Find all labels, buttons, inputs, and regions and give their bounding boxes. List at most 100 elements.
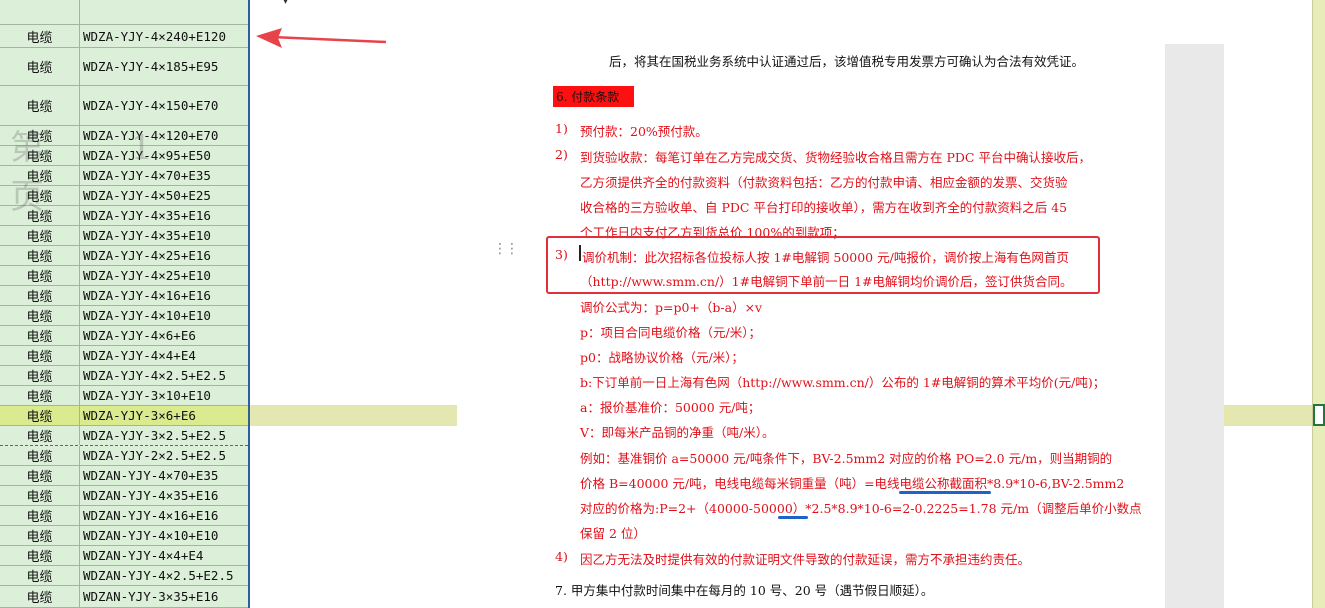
cell-model[interactable]: WDZA-YJY-4×6+E6 <box>80 326 248 345</box>
table-row[interactable]: 电缆 WDZA-YJY-4×6+E6 <box>0 326 248 346</box>
cell-type[interactable]: 电缆 <box>0 406 80 425</box>
table-row[interactable]: 电缆 WDZA-YJY-4×25+E10 <box>0 266 248 286</box>
active-cell[interactable] <box>1313 404 1325 426</box>
cell-type[interactable]: 电缆 <box>0 266 80 285</box>
cell-type[interactable]: 电缆 <box>0 346 80 365</box>
table-row[interactable]: 电缆 WDZA-YJY-4×185+E95 <box>0 48 248 86</box>
chevron-down-icon[interactable]: ▾ <box>283 0 288 7</box>
cell-type[interactable]: 电缆 <box>0 426 80 445</box>
cell-type[interactable]: 电缆 <box>0 366 80 385</box>
cell-type[interactable]: 电缆 <box>0 466 80 485</box>
example-line4: 保留 2 位） <box>580 526 646 541</box>
cell-type[interactable]: 电缆 <box>0 186 80 205</box>
cell-type[interactable]: 电缆 <box>0 286 80 305</box>
doc-line-0: 后，将其在国税业务系统中认证通过后，该增值税专用发票方可确认为合法有效凭证。 <box>609 54 1085 69</box>
cell-model[interactable]: WDZAN-YJY-4×10+E10 <box>80 526 248 545</box>
item-number: 1) <box>555 121 568 136</box>
cell-model[interactable]: WDZA-YJY-4×2.5+E2.5 <box>80 366 248 385</box>
table-row[interactable]: 电缆 WDZA-YJY-4×50+E25 <box>0 186 248 206</box>
cell-model[interactable]: WDZA-YJY-4×70+E35 <box>80 166 248 185</box>
cell-type[interactable]: 电缆 <box>0 586 80 607</box>
cell-type[interactable]: 电缆 <box>0 226 80 245</box>
table-row[interactable]: 电缆 WDZAN-YJY-4×35+E16 <box>0 486 248 506</box>
table-row[interactable]: 电缆 WDZA-YJY-4×150+E70 <box>0 86 248 126</box>
cell-model[interactable]: WDZA-YJY-4×25+E10 <box>80 266 248 285</box>
table-row[interactable]: 电缆 WDZA-YJY-4×70+E35 <box>0 166 248 186</box>
cell-type[interactable]: 电缆 <box>0 126 80 145</box>
table-row[interactable] <box>0 0 248 25</box>
cell-model[interactable]: WDZA-YJY-4×95+E50 <box>80 146 248 165</box>
cell-model[interactable]: WDZA-YJY-4×35+E16 <box>80 206 248 225</box>
cell-model[interactable]: WDZA-YJY-4×50+E25 <box>80 186 248 205</box>
table-row[interactable]: 电缆 WDZA-YJY-3×2.5+E2.5 <box>0 426 248 446</box>
cell-type[interactable]: 电缆 <box>0 206 80 225</box>
cell-type[interactable]: 电缆 <box>0 306 80 325</box>
cell-type[interactable]: 电缆 <box>0 246 80 265</box>
cell-model[interactable]: WDZA-YJY-4×240+E120 <box>80 25 248 47</box>
cell-type[interactable]: 电缆 <box>0 486 80 505</box>
table-row[interactable]: 电缆 WDZA-YJY-4×16+E16 <box>0 286 248 306</box>
cell-model[interactable]: WDZA-YJY-4×10+E10 <box>80 306 248 325</box>
formula-def-b[interactable]: b:下订单前一日上海有色网（http://www.smm.cn/）公布的 1#电… <box>580 372 1105 391</box>
item-2-line1: 到货验收款：每笔订单在乙方完成交货、货物经验收合格且需方在 PDC 平台中确认接… <box>580 150 1091 165</box>
cell-model[interactable]: WDZAN-YJY-4×2.5+E2.5 <box>80 566 248 585</box>
cell-type[interactable]: 电缆 <box>0 48 80 85</box>
table-row[interactable]: 电缆 WDZAN-YJY-3×35+E16 <box>0 586 248 608</box>
table-row[interactable]: 电缆 WDZA-YJY-4×240+E120 <box>0 25 248 48</box>
table-row[interactable]: 电缆 WDZA-YJY-4×10+E10 <box>0 306 248 326</box>
item-2-line2: 乙方须提供齐全的付款资料（付款资料包括：乙方的付款申请、相应金额的发票、交货验 <box>580 175 1068 190</box>
text-cursor <box>579 245 581 261</box>
cell-type[interactable]: 电缆 <box>0 166 80 185</box>
table-row[interactable]: 电缆 WDZAN-YJY-4×4+E4 <box>0 546 248 566</box>
table-row[interactable]: 电缆 WDZAN-YJY-4×16+E16 <box>0 506 248 526</box>
cell-model[interactable]: WDZA-YJY-4×35+E10 <box>80 226 248 245</box>
cell-model[interactable]: WDZA-YJY-2×2.5+E2.5 <box>80 446 248 465</box>
item-3-line2[interactable]: （http://www.smm.cn/）1#电解铜下单前一日 1#电解铜均价调价… <box>580 271 1073 290</box>
table-row[interactable]: 电缆 WDZA-YJY-4×25+E16 <box>0 246 248 266</box>
table-row[interactable]: 电缆 WDZA-YJY-4×95+E50 <box>0 146 248 166</box>
table-row[interactable]: 电缆 WDZAN-YJY-4×10+E10 <box>0 526 248 546</box>
cell-type[interactable]: 电缆 <box>0 25 80 47</box>
cell-model[interactable]: WDZA-YJY-4×16+E16 <box>80 286 248 305</box>
cell-type[interactable]: 电缆 <box>0 146 80 165</box>
underline-mark <box>899 491 991 494</box>
table-row[interactable]: 电缆 WDZA-YJY-4×4+E4 <box>0 346 248 366</box>
table-row[interactable]: 电缆 WDZAN-YJY-4×70+E35 <box>0 466 248 486</box>
table-row[interactable]: 电缆 WDZA-YJY-4×2.5+E2.5 <box>0 366 248 386</box>
cell-type[interactable]: 电缆 <box>0 546 80 565</box>
cell-type[interactable]: 电缆 <box>0 526 80 545</box>
drag-handle-icon[interactable]: ⋮⋮ <box>493 242 519 256</box>
cell-type[interactable]: 电缆 <box>0 386 80 405</box>
cell-type[interactable]: 电缆 <box>0 86 80 125</box>
spreadsheet[interactable]: 电缆 WDZA-YJY-4×240+E120 电缆 WDZA-YJY-4×185+E… <box>0 0 250 608</box>
cell-model[interactable]: WDZA-YJY-4×4+E4 <box>80 346 248 365</box>
cell-model[interactable]: WDZA-YJY-3×6+E6 <box>80 406 248 425</box>
example-line2: 价格 B=40000 元/吨，电线电缆每米铜重量（吨）=电线电缆公称截面积*8.… <box>580 476 1125 491</box>
cell-model[interactable]: WDZA-YJY-3×10+E10 <box>80 386 248 405</box>
table-row[interactable]: 电缆 WDZA-YJY-4×35+E10 <box>0 226 248 246</box>
table-row[interactable]: 电缆 WDZAN-YJY-4×2.5+E2.5 <box>0 566 248 586</box>
cell-type[interactable]: 电缆 <box>0 446 80 465</box>
cell-type[interactable]: 电缆 <box>0 506 80 525</box>
table-row[interactable]: 电缆 WDZA-YJY-4×35+E16 <box>0 206 248 226</box>
right-column-strip <box>1312 0 1325 608</box>
underline-mark <box>778 516 808 519</box>
cell-model[interactable]: WDZAN-YJY-3×35+E16 <box>80 586 248 607</box>
item-4-text: 因乙方无法及时提供有效的付款证明文件导致的付款延误，需方不承担违约责任。 <box>580 552 1031 567</box>
cell-model[interactable]: WDZAN-YJY-4×70+E35 <box>80 466 248 485</box>
cell-model[interactable]: WDZA-YJY-4×25+E16 <box>80 246 248 265</box>
cell-model[interactable]: WDZAN-YJY-4×4+E4 <box>80 546 248 565</box>
cell-model[interactable]: WDZA-YJY-4×120+E70 <box>80 126 248 145</box>
table-row-selected[interactable]: 电缆 WDZA-YJY-3×6+E6 <box>0 406 248 426</box>
table-row[interactable]: 电缆 WDZA-YJY-4×120+E70 <box>0 126 248 146</box>
cell-type[interactable]: 电缆 <box>0 326 80 345</box>
cell-model[interactable]: WDZA-YJY-3×2.5+E2.5 <box>80 426 248 445</box>
item-2-line3: 收合格的三方验收单、自 PDC 平台打印的接收单），需方在收到齐全的付款资料之后… <box>580 200 1068 215</box>
table-row[interactable]: 电缆 WDZA-YJY-3×10+E10 <box>0 386 248 406</box>
cell-model[interactable]: WDZA-YJY-4×185+E95 <box>80 48 248 85</box>
cell-type[interactable]: 电缆 <box>0 566 80 585</box>
cell-model[interactable]: WDZA-YJY-4×150+E70 <box>80 86 248 125</box>
table-row[interactable]: 电缆 WDZA-YJY-2×2.5+E2.5 <box>0 446 248 466</box>
cell-model[interactable]: WDZAN-YJY-4×35+E16 <box>80 486 248 505</box>
cell-model[interactable]: WDZAN-YJY-4×16+E16 <box>80 506 248 525</box>
